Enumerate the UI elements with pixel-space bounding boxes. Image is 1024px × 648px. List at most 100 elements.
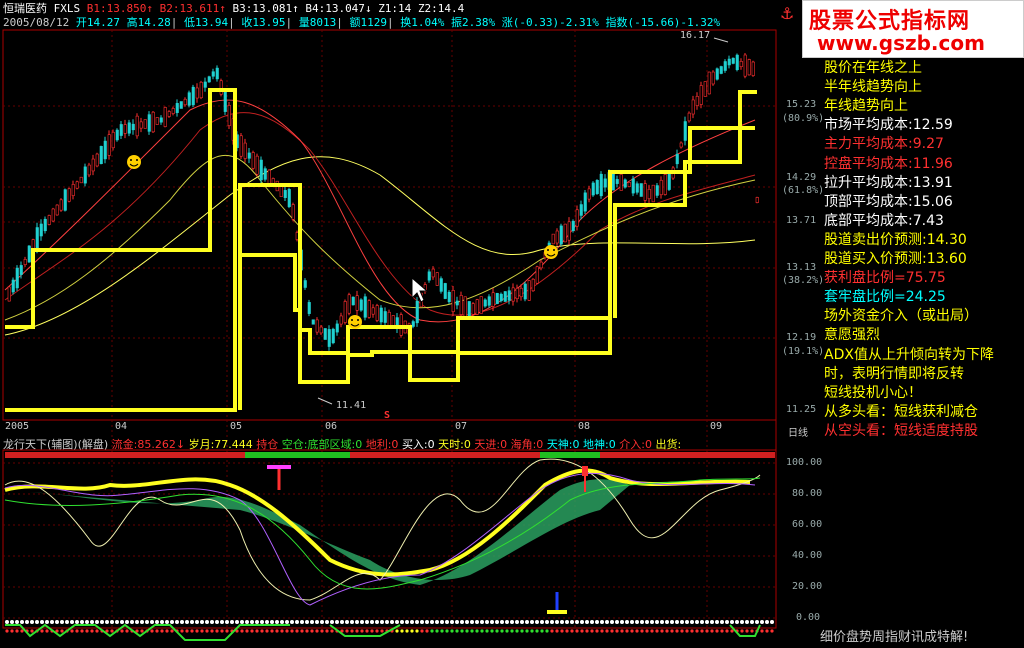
up-arrow-icon: ↑ xyxy=(146,2,153,15)
sub-chart-header: 龙行天下(辅图)(解盘) 流金:85.262↓ 岁月:77.444 持仓 空仓:… xyxy=(3,436,681,452)
indicator-name: FXLS xyxy=(53,2,81,15)
b2-value: B2:13.611 xyxy=(159,2,220,15)
kongcang-label: 空仓:底部区域:0 xyxy=(281,438,363,451)
low-marker-line xyxy=(317,397,333,405)
quote-date: 2005/08/12 xyxy=(3,16,70,29)
low-price: 低13.94 xyxy=(183,16,229,29)
sub-axis-label: 20.00 xyxy=(792,581,823,592)
side-info-line: 市场平均成本:12.59 xyxy=(824,117,953,134)
sub-yellow-line xyxy=(4,468,751,577)
resistance-step-line xyxy=(238,126,755,410)
index-value: 指数(-15.66)-1.32% xyxy=(605,16,721,29)
price-axis-pct: (61.8%) xyxy=(782,185,825,196)
down-arrow-icon: ↓ xyxy=(364,2,372,15)
high-marker-line xyxy=(713,37,729,43)
side-info-line: 股价在年线之上 xyxy=(824,60,922,76)
brand-watermark: 股票公式指标网 www.gszb.com xyxy=(802,0,1024,58)
chuhuo-value: 出货: xyxy=(655,438,682,451)
smiley-icon xyxy=(544,245,558,259)
jieru-value: 介入:0 xyxy=(619,438,652,451)
price-axis-label: 11.25 xyxy=(786,404,817,415)
liujin-value: 流金:85.262 xyxy=(111,438,176,451)
tianjin-value: 天进:0 xyxy=(474,438,508,451)
side-info-line: 时，表明行情即将反转 xyxy=(824,365,964,382)
sub-axis-label: 100.00 xyxy=(786,457,823,468)
side-info-line: 股道买入价预测:13.60 xyxy=(824,251,967,267)
price-axis-label: 13.13 xyxy=(786,262,817,273)
stock-header-line-2: 2005/08/12 开14.27 高14.28| 低13.94| 收13.95… xyxy=(3,16,721,29)
side-info-line: ADX值从上升倾向转为下降 xyxy=(824,346,994,363)
brand-url: www.gszb.com xyxy=(817,31,985,55)
price-axis-pct: (38.2%) xyxy=(782,275,825,286)
price-axis-pct: (80.9%) xyxy=(782,113,825,124)
side-info-line: 半年线趋势向上 xyxy=(824,79,922,96)
tianshi-value: 天时:0 xyxy=(438,438,471,451)
anchor-icon[interactable]: ⚓ xyxy=(780,4,794,23)
side-info-line: 顶部平均成本:15.06 xyxy=(824,193,953,210)
price-axis-label: 13.71 xyxy=(786,215,817,226)
price-axis-pct: (19.1%) xyxy=(782,346,825,357)
chicang-label: 持仓 xyxy=(256,438,279,451)
stock-name: 恒瑞医药 xyxy=(3,2,47,15)
side-info-line: 从空头看：短线适度持股 xyxy=(824,422,978,439)
side-info-line: 短线投机小心！ xyxy=(824,384,922,401)
side-info-line: 从多头看：短线获利减仓 xyxy=(824,403,978,420)
side-info-line: 主力平均成本:9.27 xyxy=(824,136,944,153)
sub-axis-label: 80.00 xyxy=(792,488,823,499)
dishen-value: 地神:0 xyxy=(583,438,616,451)
tianshen-value: 天神:0 xyxy=(546,438,580,451)
stock-header-line-1: 恒瑞医药 FXLS B1:13.850↑ B2:13.611↑ B3:13.08… xyxy=(3,2,464,16)
price-axis-label: 12.19 xyxy=(786,332,817,343)
upper-step-line xyxy=(238,90,757,382)
sub-axis-label: 60.00 xyxy=(792,519,823,530)
support-step-line xyxy=(5,88,237,412)
suiyue-value: 岁月:77.444 xyxy=(188,438,253,451)
up-arrow-icon: ↑ xyxy=(292,2,299,15)
mairu-value: 买入:0 xyxy=(401,438,435,451)
down-arrow-icon: ↓ xyxy=(175,438,186,451)
smiley-icon xyxy=(127,155,141,169)
time-axis-label: 05 xyxy=(230,421,243,432)
b1-value: B1:13.850 xyxy=(86,2,147,15)
side-info-line: 年线趋势向上 xyxy=(824,98,908,115)
sell-mark: S xyxy=(384,410,391,421)
high-price-mark: 16.17 xyxy=(680,30,711,41)
sub-axis-label: 40.00 xyxy=(792,550,823,561)
time-axis-label: 06 xyxy=(325,421,338,432)
up-arrow-icon: ↑ xyxy=(219,2,226,15)
ma-line-mid xyxy=(4,112,756,316)
change-value: 涨(-0.33)-2.31% xyxy=(501,16,599,29)
side-info-line: 套牢盘比例=24.25 xyxy=(824,289,946,306)
sub-axis-label: 0.00 xyxy=(796,612,821,623)
dili-value: 地利:0 xyxy=(365,438,399,451)
z2-value: Z2:14.4 xyxy=(417,2,465,15)
open-price: 开14.27 xyxy=(75,16,120,29)
time-axis-label: 09 xyxy=(710,421,723,432)
b3-value: B3:13.081 xyxy=(232,2,293,15)
candlesticks xyxy=(7,52,759,351)
side-info-line: 获利盘比例=75.75 xyxy=(824,270,946,287)
b4-value: B4:13.047 xyxy=(305,2,365,15)
side-info-line: 拉升平均成本:13.91 xyxy=(824,174,953,191)
side-info-line: 场外资金介入（或出局） xyxy=(824,308,978,325)
turnover-value: 换1.04% xyxy=(400,16,445,29)
side-info-line: 意愿强烈 xyxy=(824,327,880,344)
side-info-line: 底部平均成本:7.43 xyxy=(824,212,944,229)
close-price: 收13.95 xyxy=(241,16,286,29)
bottom-ticker: 细价盘势周指财讯成特解! xyxy=(820,628,1024,648)
high-price: 高14.28 xyxy=(126,16,171,29)
time-axis-label: 08 xyxy=(578,421,591,432)
sub-dotted-bar-top xyxy=(5,452,775,458)
z1-value: Z1:14 xyxy=(378,2,412,15)
amplitude-value: 振2.38% xyxy=(450,16,496,29)
sub-chart-title[interactable]: 龙行天下(辅图)(解盘) xyxy=(3,438,108,451)
ma-line-yellow-thin xyxy=(4,154,756,321)
time-axis-label: 2005 xyxy=(5,421,30,432)
period-selector[interactable]: 日线 xyxy=(788,424,808,439)
haijiao-value: 海角:0 xyxy=(510,438,544,451)
side-info-line: 控盘平均成本:11.96 xyxy=(824,155,953,172)
side-info-line: 股道卖出价预测:14.30 xyxy=(824,231,967,248)
sub-purple-line xyxy=(4,472,756,606)
amount-value: 额1129 xyxy=(349,16,387,29)
price-axis-label: 15.23 xyxy=(786,99,817,110)
